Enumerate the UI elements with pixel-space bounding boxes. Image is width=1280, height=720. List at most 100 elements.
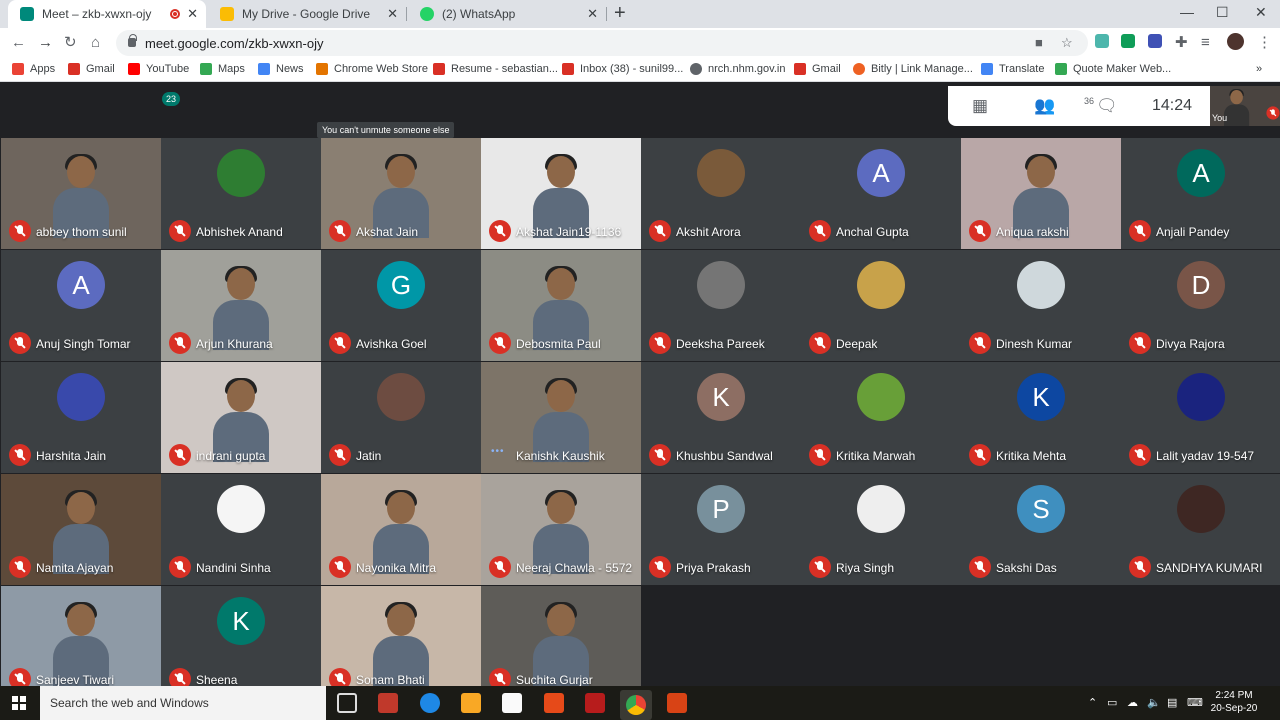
participant-tile[interactable]: S Sakshi Das	[961, 474, 1121, 585]
extension-icon[interactable]	[1148, 34, 1162, 48]
taskbar-clock[interactable]: 2:24 PM 20-Sep-20	[1210, 689, 1258, 715]
participant-tile[interactable]: Riya Singh	[801, 474, 961, 585]
tray-chevron-icon[interactable]: ⌃	[1088, 696, 1097, 709]
participant-name: Sanjeev Tiwari	[36, 673, 115, 687]
camera-icon[interactable]: ■	[1035, 35, 1043, 50]
task-view-icon[interactable]	[337, 693, 357, 713]
store-icon[interactable]	[502, 693, 522, 713]
participant-tile[interactable]: Debosmita Paul	[481, 250, 641, 361]
minimize-button[interactable]: —	[1180, 4, 1194, 20]
powerpoint-icon[interactable]	[667, 693, 687, 713]
bookmark-quote-maker[interactable]: Quote Maker Web...	[1055, 63, 1171, 75]
menu-icon[interactable]: ⋮	[1257, 34, 1272, 52]
bookmark-maps[interactable]: Maps	[200, 63, 245, 75]
close-icon[interactable]: ✕	[187, 6, 198, 22]
file-explorer-icon[interactable]	[461, 693, 481, 713]
windows-start-button[interactable]	[12, 696, 26, 710]
participant-tile[interactable]: indrani gupta	[161, 362, 321, 473]
more-bookmarks-icon[interactable]: »	[1256, 63, 1262, 75]
bookmark-news[interactable]: News	[258, 63, 304, 75]
bookmark-translate[interactable]: Translate	[981, 63, 1044, 75]
close-window-button[interactable]: ✕	[1255, 4, 1267, 21]
keyboard-icon[interactable]: ⌨	[1187, 696, 1203, 709]
participant-tile[interactable]: G Avishka Goel	[321, 250, 481, 361]
sheets-extension-icon[interactable]	[1121, 34, 1135, 48]
volume-icon[interactable]: 🔈	[1147, 696, 1161, 709]
forward-button[interactable]: →	[38, 34, 53, 52]
chrome-taskbar-item[interactable]	[620, 690, 652, 720]
participant-tile[interactable]: Arjun Khurana	[161, 250, 321, 361]
chat-icon[interactable]: 🗨	[1096, 97, 1118, 115]
people-icon[interactable]: 👥	[1034, 97, 1055, 115]
participant-tile[interactable]: ••• Kanishk Kaushik	[481, 362, 641, 473]
participant-video	[53, 154, 109, 238]
address-bar[interactable]: meet.google.com/zkb-xwxn-ojy ■ ☆	[116, 30, 1088, 56]
reload-button[interactable]: ↻	[64, 34, 77, 52]
bookmark-inbox[interactable]: Inbox (38) - sunil99...	[562, 63, 683, 75]
participant-tile[interactable]: Akshit Arora	[641, 138, 801, 249]
bookmark-star-icon[interactable]: ☆	[1061, 35, 1073, 51]
profile-avatar[interactable]	[1227, 33, 1244, 50]
taskbar-search[interactable]: Search the web and Windows	[40, 686, 326, 720]
participant-tile[interactable]: Sanjeev Tiwari	[1, 586, 161, 697]
participant-tile[interactable]: Lalit yadav 19-547	[1121, 362, 1280, 473]
tab-whatsapp[interactable]: (2) WhatsApp ✕	[408, 0, 606, 28]
close-icon[interactable]: ✕	[387, 6, 398, 22]
edge-icon[interactable]	[420, 693, 440, 713]
participant-tile[interactable]: A Anchal Gupta	[801, 138, 961, 249]
participant-tile[interactable]: A Anjali Pandey	[1121, 138, 1280, 249]
reading-list-icon[interactable]: ≡	[1201, 34, 1210, 52]
participant-tile[interactable]: Suchita Gurjar	[481, 586, 641, 697]
home-button[interactable]: ⌂	[91, 34, 100, 52]
bookmark-gmail[interactable]: Gmail	[68, 63, 115, 75]
bookmark-nrch[interactable]: nrch.nhm.gov.in	[690, 63, 785, 75]
participant-tile[interactable]: Sonam Bhati	[321, 586, 481, 697]
participant-tile[interactable]: Kritika Marwah	[801, 362, 961, 473]
bookmark-youtube[interactable]: YouTube	[128, 63, 189, 75]
bookmark-bitly[interactable]: Bitly | Link Manage...	[853, 63, 973, 75]
gmail-icon	[433, 63, 445, 75]
battery-icon[interactable]: ▭	[1107, 696, 1117, 709]
bookmark-resume[interactable]: Resume - sebastian...	[433, 63, 558, 75]
participant-tile[interactable]: abbey thom sunil	[1, 138, 161, 249]
participant-tile[interactable]: Akshat Jain19-1136	[481, 138, 641, 249]
participant-tile[interactable]: K Sheena	[161, 586, 321, 697]
new-tab-button[interactable]: +	[614, 3, 626, 23]
participant-tile[interactable]: K Khushbu Sandwal	[641, 362, 801, 473]
participant-name: abbey thom sunil	[36, 225, 127, 239]
layout-grid-icon[interactable]: ▦	[972, 97, 988, 115]
bookmark-chrome-web-store[interactable]: Chrome Web Store	[316, 63, 428, 75]
participant-tile[interactable]: Abhishek Anand	[161, 138, 321, 249]
participant-tile[interactable]: D Divya Rajora	[1121, 250, 1280, 361]
tab-meet[interactable]: Meet – zkb-xwxn-ojy ✕	[8, 0, 206, 28]
participant-tile[interactable]: Jatin	[321, 362, 481, 473]
participant-tile[interactable]: Neeraj Chawla - 5572	[481, 474, 641, 585]
participant-tile[interactable]: Deepak	[801, 250, 961, 361]
participant-tile[interactable]: Aniqua rakshi	[961, 138, 1121, 249]
tab-drive[interactable]: My Drive - Google Drive ✕	[208, 0, 406, 28]
participant-tile[interactable]: Deeksha Pareek	[641, 250, 801, 361]
participant-tile[interactable]: K Kritika Mehta	[961, 362, 1121, 473]
participant-tile[interactable]: Namita Ajayan	[1, 474, 161, 585]
participant-tile[interactable]: A Anuj Singh Tomar	[1, 250, 161, 361]
extension-icon[interactable]	[1095, 34, 1109, 48]
maximize-button[interactable]: ☐	[1216, 4, 1229, 21]
participant-tile[interactable]: SANDHYA KUMARI	[1121, 474, 1280, 585]
participant-tile[interactable]: Nayonika Mitra	[321, 474, 481, 585]
self-view-tile[interactable]: You	[1210, 86, 1280, 126]
participant-tile[interactable]: Nandini Sinha	[161, 474, 321, 585]
network-icon[interactable]: ☁	[1127, 696, 1138, 709]
document-app-icon[interactable]	[544, 693, 564, 713]
participant-tile[interactable]: P Priya Prakash	[641, 474, 801, 585]
close-icon[interactable]: ✕	[587, 6, 598, 22]
mcafee-icon[interactable]	[585, 693, 605, 713]
bookmark-apps[interactable]: Apps	[12, 63, 55, 75]
participant-tile[interactable]: Dinesh Kumar	[961, 250, 1121, 361]
back-button[interactable]: ←	[11, 34, 26, 52]
notification-icon[interactable]: ▤	[1167, 696, 1177, 709]
mail-app-icon[interactable]	[378, 693, 398, 713]
participant-tile[interactable]: Harshita Jain	[1, 362, 161, 473]
participant-tile[interactable]: Akshat Jain	[321, 138, 481, 249]
puzzle-icon[interactable]: ✚	[1175, 34, 1188, 52]
bookmark-gmail-2[interactable]: Gmail	[794, 63, 841, 75]
